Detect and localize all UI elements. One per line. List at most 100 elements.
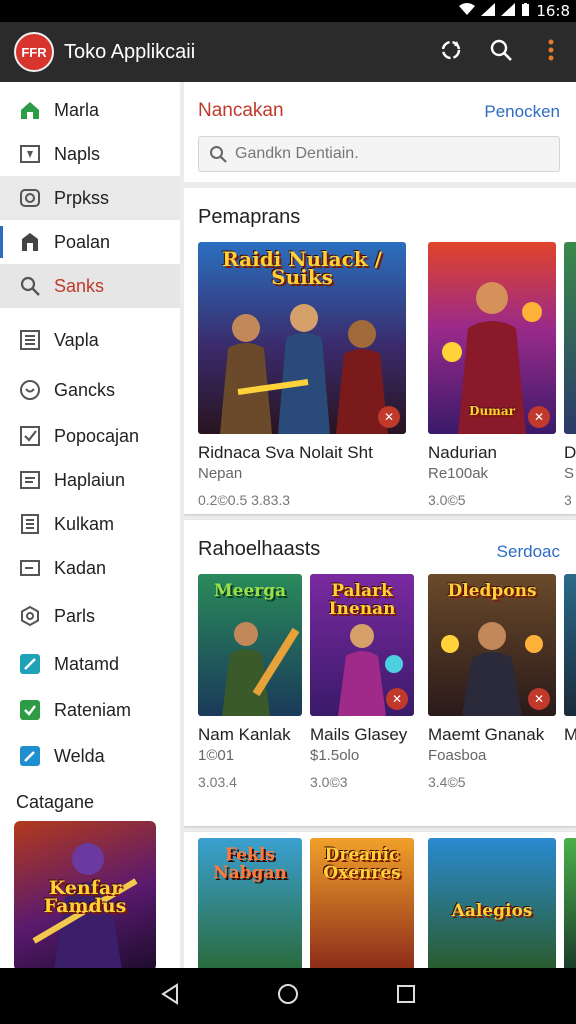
app-tile-art bbox=[564, 242, 576, 434]
section-featured: Pemaprans Raidi Nulack / Suiks ✕ Ridnaca… bbox=[184, 188, 576, 514]
app-tile-art-title: Fekls Nabgan bbox=[213, 845, 287, 883]
sidebar-item-label: Rateniam bbox=[54, 699, 132, 720]
search-icon bbox=[209, 145, 227, 163]
search-icon bbox=[489, 38, 513, 67]
document-icon bbox=[18, 468, 42, 492]
sidebar-item-label: Prpkss bbox=[54, 187, 110, 208]
camera-icon bbox=[18, 186, 42, 210]
app-tile-sub: S bbox=[564, 465, 575, 482]
app-tile[interactable]: M bbox=[564, 574, 576, 746]
app-tile-art-title: Dledpons bbox=[447, 581, 537, 601]
sidebar-item-label: Vapla bbox=[54, 329, 99, 350]
search-card-title: Nancakan bbox=[198, 100, 284, 121]
app-tile-price: 3.4©5 bbox=[428, 774, 466, 790]
sidebar-item-label: Kadan bbox=[54, 557, 107, 578]
sidebar-item-napls[interactable]: Napls bbox=[0, 132, 180, 176]
app-tile-art-title: Aalegios bbox=[451, 901, 533, 921]
app-tile-price: 0.2©0.5 3.83.3 bbox=[198, 492, 291, 508]
app-tile-art: Meerga bbox=[198, 574, 302, 716]
sidebar-item-label: Kulkam bbox=[54, 513, 115, 534]
search-button[interactable] bbox=[476, 22, 526, 82]
sidebar-item-kulkam[interactable]: Kulkam bbox=[0, 502, 180, 546]
badge-icon: ✕ bbox=[528, 688, 550, 710]
sidebar-item-prpkss[interactable]: Prpkss bbox=[0, 176, 180, 220]
back-button[interactable] bbox=[153, 979, 187, 1013]
sync-button[interactable] bbox=[426, 22, 476, 82]
sidebar-item-label: Matamd bbox=[54, 653, 120, 674]
app-tile-name: M bbox=[564, 725, 576, 744]
back-icon bbox=[160, 982, 180, 1010]
status-icons: 16:8 bbox=[459, 2, 570, 20]
sidebar-item-vapla[interactable]: Vapla bbox=[0, 318, 180, 362]
app-tile[interactable]: Meerga Nam Kanlak 1©01 3.03.4 bbox=[198, 574, 304, 790]
section-link[interactable]: Serdoac bbox=[497, 542, 560, 562]
home-icon bbox=[18, 98, 42, 122]
sidebar-item-marla[interactable]: Marla bbox=[0, 88, 180, 132]
app-tile-art-title: Meerga bbox=[213, 581, 287, 601]
app-tile[interactable]: Raidi Nulack / Suiks ✕ Ridnaca Sva Nolai… bbox=[198, 242, 420, 508]
app-tile[interactable]: Dumar ✕ Nadurian Re100ak 3.0©5 bbox=[428, 242, 558, 508]
app-tile-price: 3.03.4 bbox=[198, 774, 237, 790]
sidebar-item-poalan[interactable]: Poalan bbox=[0, 220, 180, 264]
app-bar: FFR Toko Applikcaii bbox=[0, 22, 576, 82]
app-tile-art-title: Palark Inenan bbox=[328, 581, 396, 619]
sidebar-item-matamd[interactable]: Matamd bbox=[0, 642, 180, 686]
battery-icon bbox=[521, 2, 530, 20]
search-card-link[interactable]: Penocken bbox=[484, 102, 560, 122]
app-tile-sub: 1©01 bbox=[198, 747, 235, 764]
app-tile-art: Palark Inenan ✕ bbox=[310, 574, 414, 716]
badge-icon: ✕ bbox=[378, 406, 400, 428]
app-tile-name: Mails Glasey bbox=[310, 725, 408, 744]
sidebar: Marla Napls Prpkss Poalan Sanks Vapla Ga… bbox=[0, 82, 180, 968]
app-tile[interactable]: Aalegios bbox=[428, 838, 558, 968]
clock-icon bbox=[18, 378, 42, 402]
sidebar-item-welda[interactable]: Welda bbox=[0, 734, 180, 778]
sync-icon bbox=[439, 38, 463, 67]
app-tile-price: 3 bbox=[564, 492, 572, 508]
sidebar-item-haplaiun[interactable]: Haplaiun bbox=[0, 458, 180, 502]
app-tile-name: D bbox=[564, 443, 576, 462]
rating-icon bbox=[18, 698, 42, 722]
app-tile-art: Fekls Nabgan bbox=[198, 838, 302, 968]
app-tile-name: Nam Kanlak bbox=[198, 725, 291, 744]
overflow-menu-button[interactable] bbox=[526, 22, 576, 82]
app-tile[interactable] bbox=[564, 838, 576, 968]
recents-button[interactable] bbox=[389, 979, 423, 1013]
home-button[interactable] bbox=[271, 979, 305, 1013]
app-tile-art: Raidi Nulack / Suiks ✕ bbox=[198, 242, 406, 434]
featured-game-art[interactable]: Kenfar Famdus bbox=[14, 821, 156, 968]
sidebar-item-label: Napls bbox=[54, 143, 101, 164]
sidebar-item-label: Parls bbox=[54, 605, 96, 626]
app-title: Toko Applikcaii bbox=[64, 40, 196, 63]
sidebar-item-sanks[interactable]: Sanks bbox=[0, 264, 180, 308]
sidebar-item-label: Haplaiun bbox=[54, 469, 126, 490]
sidebar-item-gancks[interactable]: Gancks bbox=[0, 368, 180, 412]
app-tile-price: 3.0©5 bbox=[428, 492, 466, 508]
section-recommended: Rahoelhaasts Serdoac Meerga Nam Kanlak 1… bbox=[184, 520, 576, 826]
list-icon bbox=[18, 328, 42, 352]
app-tile-art: Dreanic Oxenres bbox=[310, 838, 414, 968]
app-tile[interactable]: Dreanic Oxenres bbox=[310, 838, 416, 968]
app-tile[interactable]: D S 3 bbox=[564, 242, 576, 508]
app-logo[interactable]: FFR bbox=[14, 32, 54, 72]
badge-icon: ✕ bbox=[528, 406, 550, 428]
status-time: 16:8 bbox=[536, 2, 570, 20]
book-icon bbox=[18, 512, 42, 536]
sidebar-item-rateniam[interactable]: Rateniam bbox=[0, 688, 180, 732]
sidebar-item-kadan[interactable]: Kadan bbox=[0, 546, 180, 590]
app-tile[interactable]: Fekls Nabgan bbox=[198, 838, 304, 968]
section-more: Fekls Nabgan Dreanic Oxenres Aalegios bbox=[184, 832, 576, 968]
sidebar-item-parls[interactable]: Parls bbox=[0, 594, 180, 638]
home-circle-icon bbox=[277, 983, 299, 1010]
app-tile-sub: Nepan bbox=[198, 465, 243, 482]
app-tile[interactable]: Palark Inenan ✕ Mails Glasey $1.5olo 3.0… bbox=[310, 574, 416, 790]
sidebar-item-popocajan[interactable]: Popocajan bbox=[0, 414, 180, 458]
app-tile[interactable]: Dledpons ✕ Maemt Gnanak Foasboa 3.4©5 bbox=[428, 574, 558, 790]
section-title: Pemaprans bbox=[198, 206, 301, 228]
search-input[interactable]: Gandkn Dentiain. bbox=[198, 136, 560, 172]
system-nav-bar bbox=[0, 968, 576, 1024]
maps-icon bbox=[18, 142, 42, 166]
app-tile-name: Maemt Gnanak bbox=[428, 725, 545, 744]
signal-icon bbox=[481, 3, 496, 19]
app-tile-art-title: Raidi Nulack / Suiks bbox=[222, 247, 382, 289]
